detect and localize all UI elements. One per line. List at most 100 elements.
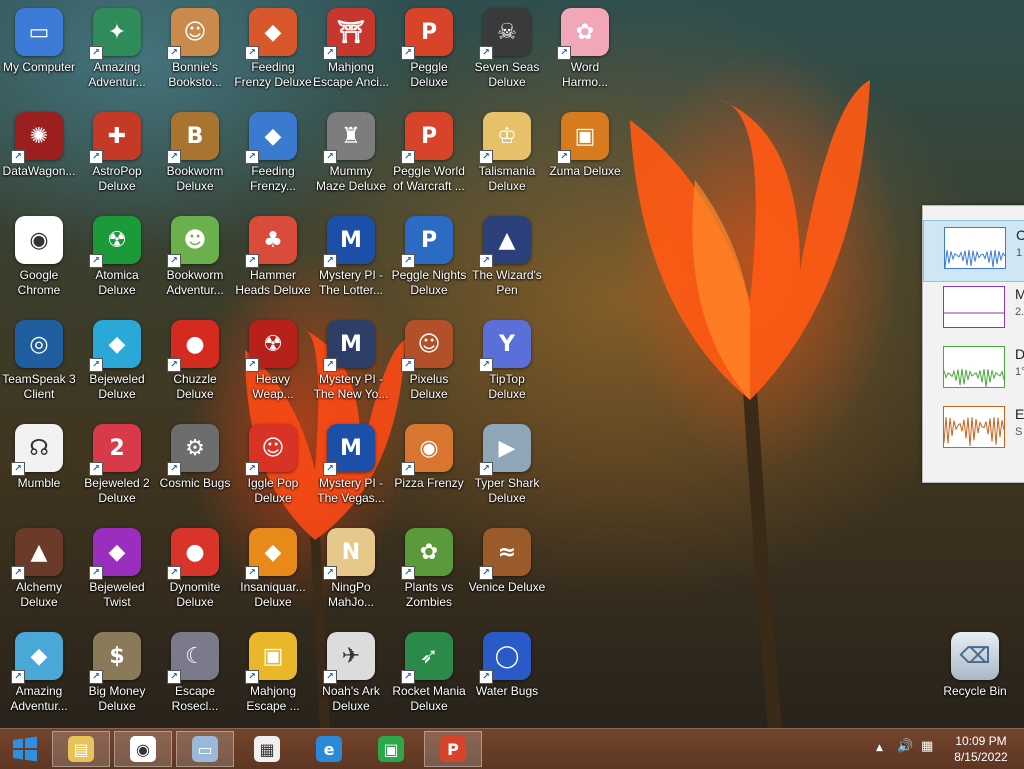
- desktop-shortcut[interactable]: ♣ ↗ Hammer Heads Deluxe: [234, 208, 312, 308]
- desktop-shortcut-label: The Wizard's Pen: [472, 268, 542, 297]
- desktop-shortcut[interactable]: P ↗ Peggle Deluxe: [390, 0, 468, 100]
- peggle-icon: P: [440, 736, 466, 762]
- desktop-shortcut[interactable]: ☢ ↗ Atomica Deluxe: [78, 208, 156, 308]
- flower-icon: ✿ ↗: [557, 8, 609, 60]
- desktop-shortcut[interactable]: ▶ ↗ Typer Shark Deluxe: [468, 416, 546, 516]
- desktop-shortcut[interactable]: $ ↗ Big Money Deluxe: [78, 624, 156, 724]
- desktop-shortcut[interactable]: ✦ ↗ Amazing Adventur...: [78, 0, 156, 100]
- zuma-icon: ▣ ↗: [557, 112, 609, 164]
- skull-icon: ☠ ↗: [479, 8, 531, 60]
- desktop-shortcut[interactable]: ◉ Google Chrome: [0, 208, 78, 308]
- network-icon[interactable]: ▦: [921, 739, 933, 754]
- desktop-shortcut[interactable]: ◆ ↗ Bejeweled Twist: [78, 520, 156, 620]
- desktop-shortcut[interactable]: ≈ ↗ Venice Deluxe: [468, 520, 546, 620]
- desktop-shortcut[interactable]: ◯ ↗ Water Bugs: [468, 624, 546, 724]
- desktop-shortcut[interactable]: ☢ ↗ Heavy Weap...: [234, 312, 312, 412]
- desktop-shortcut[interactable]: M ↗ Mystery PI - The New Yo...: [312, 312, 390, 412]
- desktop-shortcut[interactable]: ☠ ↗ Seven Seas Deluxe: [468, 0, 546, 100]
- shortcut-arrow-icon: ↗: [89, 566, 103, 580]
- desktop-shortcut[interactable]: ⛩ ↗ Mahjong Escape Anci...: [312, 0, 390, 100]
- desktop-shortcut[interactable]: ◆ ↗ Feeding Frenzy...: [234, 104, 312, 204]
- desktop-shortcut[interactable]: ▭ My Computer: [0, 0, 78, 100]
- desktop-shortcut[interactable]: ▲ ↗ The Wizard's Pen: [468, 208, 546, 308]
- shortcut-arrow-icon: ↗: [167, 254, 181, 268]
- astropop-icon: ✚ ↗: [89, 112, 141, 164]
- desktop-shortcut[interactable]: ● ↗ Dynomite Deluxe: [156, 520, 234, 620]
- desktop-shortcut-label: Bejeweled 2 Deluxe: [84, 476, 150, 505]
- taskbar-game-app-button[interactable]: ▦: [238, 731, 296, 767]
- goldfish-icon: ◆ ↗: [245, 528, 297, 580]
- shortcut-arrow-icon: ↗: [167, 462, 181, 476]
- desktop-shortcut[interactable]: ✺ ↗ DataWagon...: [0, 104, 78, 204]
- desktop-shortcut[interactable]: 2 ↗ Bejeweled 2 Deluxe: [78, 416, 156, 516]
- monitor-row[interactable]: D 1°: [923, 340, 1024, 400]
- monitor-row[interactable]: M 2.: [923, 280, 1024, 340]
- gem-icon: ◆ ↗: [89, 320, 141, 372]
- desktop-shortcut[interactable]: M ↗ Mystery PI - The Vegas...: [312, 416, 390, 516]
- desktop-shortcut[interactable]: M ↗ Mystery PI - The Lotter...: [312, 208, 390, 308]
- shortcut-arrow-icon: ↗: [11, 566, 25, 580]
- desktop-shortcut[interactable]: ➶ ↗ Rocket Mania Deluxe: [390, 624, 468, 724]
- recycle-bin[interactable]: ⌫ Recycle Bin: [936, 624, 1014, 724]
- desktop-shortcut-label: Rocket Mania Deluxe: [392, 684, 466, 713]
- desktop-shortcut[interactable]: ◎ TeamSpeak 3 Client: [0, 312, 78, 412]
- start-button[interactable]: [0, 731, 50, 767]
- taskbar-peggle-button[interactable]: P: [424, 731, 482, 767]
- desktop-shortcut[interactable]: ☊ ↗ Mumble: [0, 416, 78, 516]
- taskbar-store-button[interactable]: ▣: [362, 731, 420, 767]
- desktop-shortcut[interactable]: ☺ ↗ Bonnie's Booksto...: [156, 0, 234, 100]
- plant-icon: ✿ ↗: [401, 528, 453, 580]
- desktop-shortcut[interactable]: ▣ ↗ Zuma Deluxe: [546, 104, 624, 204]
- desktop-shortcut[interactable]: ☻ ↗ Bookworm Adventur...: [156, 208, 234, 308]
- taskbar-internet-explorer-button[interactable]: e: [300, 731, 358, 767]
- desktop-shortcut[interactable]: ▲ ↗ Alchemy Deluxe: [0, 520, 78, 620]
- desktop-shortcut[interactable]: ♜ ↗ Mummy Maze Deluxe: [312, 104, 390, 204]
- desktop-shortcut[interactable]: ✿ ↗ Word Harmo...: [546, 0, 624, 100]
- desktop-shortcut-label: Plants vs Zombies: [404, 580, 454, 609]
- water-bubble-icon: ◯ ↗: [479, 632, 531, 684]
- desktop-shortcut-label: Bejeweled Twist: [89, 580, 145, 609]
- shortcut-arrow-icon: ↗: [323, 254, 337, 268]
- desktop-shortcut[interactable]: N ↗ NingPo MahJo...: [312, 520, 390, 620]
- resource-monitor-gadget[interactable]: C 1 M 2. D 1° E S: [922, 205, 1024, 483]
- monitor-icon: ▭: [192, 736, 218, 762]
- desktop-shortcut[interactable]: ● ↗ Chuzzle Deluxe: [156, 312, 234, 412]
- gem-twist-icon: ◆ ↗: [89, 528, 141, 580]
- shortcut-arrow-icon: ↗: [245, 462, 259, 476]
- desktop-shortcut[interactable]: Y ↗ TipTop Deluxe: [468, 312, 546, 412]
- desktop-shortcut[interactable]: ✚ ↗ AstroPop Deluxe: [78, 104, 156, 204]
- taskbar-resource-monitor-button[interactable]: ▭: [176, 731, 234, 767]
- desktop-shortcut-label: Hammer Heads Deluxe: [235, 268, 311, 297]
- monitor-row[interactable]: C1: [923, 220, 1024, 282]
- desktop-shortcut[interactable]: ▣ ↗ Mahjong Escape ...: [234, 624, 312, 724]
- desktop-shortcut[interactable]: ◉ ↗ Pizza Frenzy: [390, 416, 468, 516]
- desktop-shortcut[interactable]: P ↗ Peggle World of Warcraft ...: [390, 104, 468, 204]
- desktop-shortcut-label: Cosmic Bugs: [159, 476, 231, 490]
- desktop-shortcut-label: Peggle Deluxe: [410, 60, 448, 89]
- desktop-shortcut[interactable]: ◆ ↗ Amazing Adventur...: [0, 624, 78, 724]
- taskbar-file-explorer-button[interactable]: ▤: [52, 731, 110, 767]
- shortcut-arrow-icon: ↗: [479, 150, 493, 164]
- desktop-shortcut[interactable]: ✈ ↗ Noah's Ark Deluxe: [312, 624, 390, 724]
- desktop-shortcut[interactable]: P ↗ Peggle Nights Deluxe: [390, 208, 468, 308]
- desktop-shortcut[interactable]: ☺ ↗ Iggle Pop Deluxe: [234, 416, 312, 516]
- monitor-row[interactable]: ES: [923, 400, 1024, 460]
- desktop-shortcut[interactable]: ♔ ↗ Talismania Deluxe: [468, 104, 546, 204]
- desktop-shortcut[interactable]: B ↗ Bookworm Deluxe: [156, 104, 234, 204]
- monitor-row-value: 1: [1016, 247, 1023, 259]
- desktop-shortcut[interactable]: ◆ ↗ Bejeweled Deluxe: [78, 312, 156, 412]
- desktop-shortcut[interactable]: ◆ ↗ Feeding Frenzy Deluxe: [234, 0, 312, 100]
- desktop-shortcut-label: Google Chrome: [17, 268, 61, 297]
- desktop-shortcut[interactable]: ⚙ ↗ Cosmic Bugs: [156, 416, 234, 516]
- shortcut-arrow-icon: ↗: [401, 670, 415, 684]
- desktop-shortcut[interactable]: ◆ ↗ Insaniquar... Deluxe: [234, 520, 312, 620]
- shortcut-arrow-icon: ↗: [89, 670, 103, 684]
- desktop-shortcut[interactable]: ☾ ↗ Escape Rosecl...: [156, 624, 234, 724]
- desktop-shortcut[interactable]: ☺ ↗ Pixelus Deluxe: [390, 312, 468, 412]
- clock[interactable]: 10:09 PM 8/15/2022: [944, 733, 1018, 765]
- taskbar-chrome-button[interactable]: ◉: [114, 731, 172, 767]
- volume-icon[interactable]: 🔊: [897, 739, 913, 754]
- desktop-shortcut[interactable]: ✿ ↗ Plants vs Zombies: [390, 520, 468, 620]
- shortcut-arrow-icon: ↗: [479, 358, 493, 372]
- show-hidden-icons-button[interactable]: ▲: [876, 743, 883, 753]
